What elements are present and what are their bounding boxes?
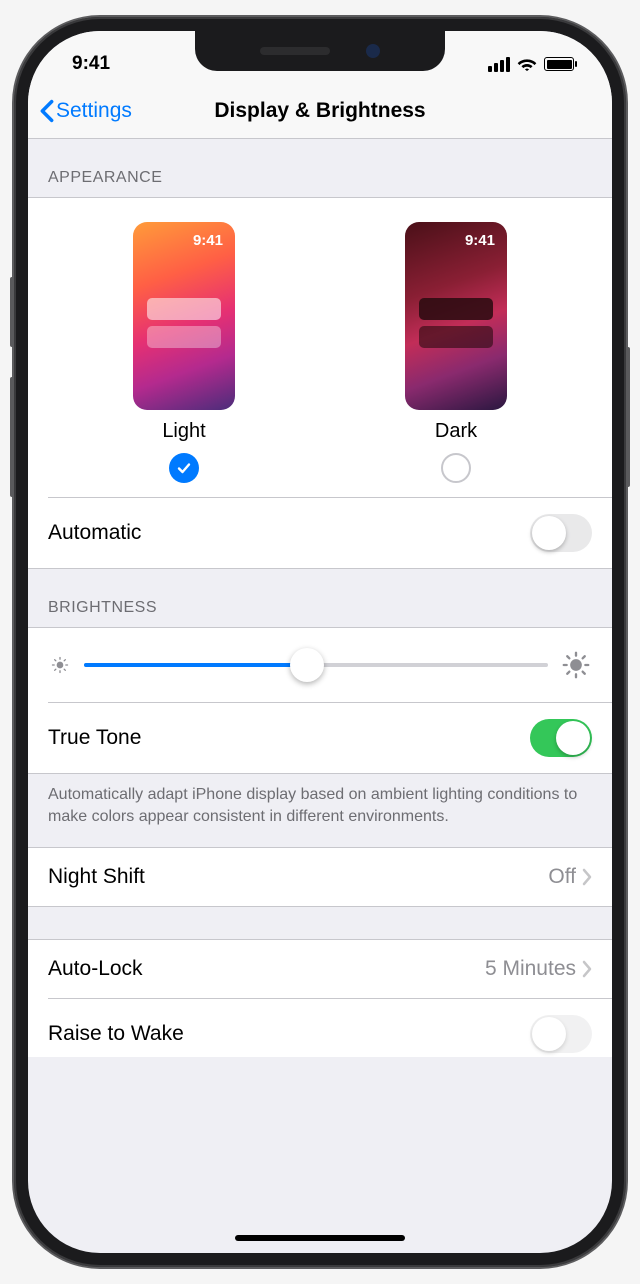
raise-to-wake-row: Raise to Wake xyxy=(28,999,612,1057)
dark-preview-thumbnail: 9:41 xyxy=(405,222,507,410)
home-indicator[interactable] xyxy=(235,1235,405,1241)
chevron-left-icon xyxy=(40,99,54,123)
auto-lock-label: Auto-Lock xyxy=(48,957,143,981)
raise-to-wake-label: Raise to Wake xyxy=(48,1022,184,1046)
dark-label: Dark xyxy=(435,420,477,443)
wifi-icon xyxy=(517,57,537,71)
sun-min-icon xyxy=(50,655,70,675)
automatic-switch[interactable] xyxy=(530,514,592,552)
battery-icon xyxy=(544,57,574,71)
status-time: 9:41 xyxy=(72,53,110,75)
cellular-signal-icon xyxy=(488,57,510,72)
night-shift-value: Off xyxy=(548,865,576,889)
thumb-time: 9:41 xyxy=(465,232,495,249)
true-tone-footer: Automatically adapt iPhone display based… xyxy=(28,774,612,847)
auto-lock-row[interactable]: Auto-Lock 5 Minutes xyxy=(28,940,612,998)
automatic-row: Automatic xyxy=(28,498,612,568)
night-shift-row[interactable]: Night Shift Off xyxy=(28,848,612,906)
notch xyxy=(195,31,445,71)
checkmark-icon xyxy=(176,460,192,476)
chevron-right-icon xyxy=(582,960,592,978)
back-label: Settings xyxy=(56,99,132,123)
auto-lock-value: 5 Minutes xyxy=(485,957,576,981)
true-tone-switch[interactable] xyxy=(530,719,592,757)
page-title: Display & Brightness xyxy=(214,99,425,123)
screen: 9:41 Settings Display & Brightness APPEA… xyxy=(28,31,612,1253)
appearance-option-dark[interactable]: 9:41 Dark xyxy=(376,222,536,483)
appearance-option-light[interactable]: 9:41 Light xyxy=(104,222,264,483)
brightness-slider-row xyxy=(28,628,612,702)
automatic-label: Automatic xyxy=(48,521,141,545)
light-label: Light xyxy=(162,420,205,443)
nav-bar: Settings Display & Brightness xyxy=(28,83,612,139)
true-tone-label: True Tone xyxy=(48,726,141,750)
brightness-group: True Tone xyxy=(28,627,612,774)
true-tone-row: True Tone xyxy=(28,703,612,773)
phone-frame: 9:41 Settings Display & Brightness APPEA… xyxy=(14,17,626,1267)
thumb-time: 9:41 xyxy=(193,232,223,249)
back-button[interactable]: Settings xyxy=(40,99,132,123)
light-preview-thumbnail: 9:41 xyxy=(133,222,235,410)
night-shift-group: Night Shift Off xyxy=(28,847,612,907)
night-shift-label: Night Shift xyxy=(48,865,145,889)
appearance-header: APPEARANCE xyxy=(28,139,612,197)
content[interactable]: APPEARANCE 9:41 Light xyxy=(28,139,612,1253)
sun-max-icon xyxy=(562,651,590,679)
auto-lock-group: Auto-Lock 5 Minutes Raise to Wake xyxy=(28,939,612,1057)
brightness-header: BRIGHTNESS xyxy=(28,569,612,627)
chevron-right-icon xyxy=(582,868,592,886)
light-radio[interactable] xyxy=(169,453,199,483)
dark-radio[interactable] xyxy=(441,453,471,483)
brightness-slider[interactable] xyxy=(84,648,548,682)
raise-to-wake-switch[interactable] xyxy=(530,1015,592,1053)
appearance-group: 9:41 Light 9:41 Dark xyxy=(28,197,612,569)
